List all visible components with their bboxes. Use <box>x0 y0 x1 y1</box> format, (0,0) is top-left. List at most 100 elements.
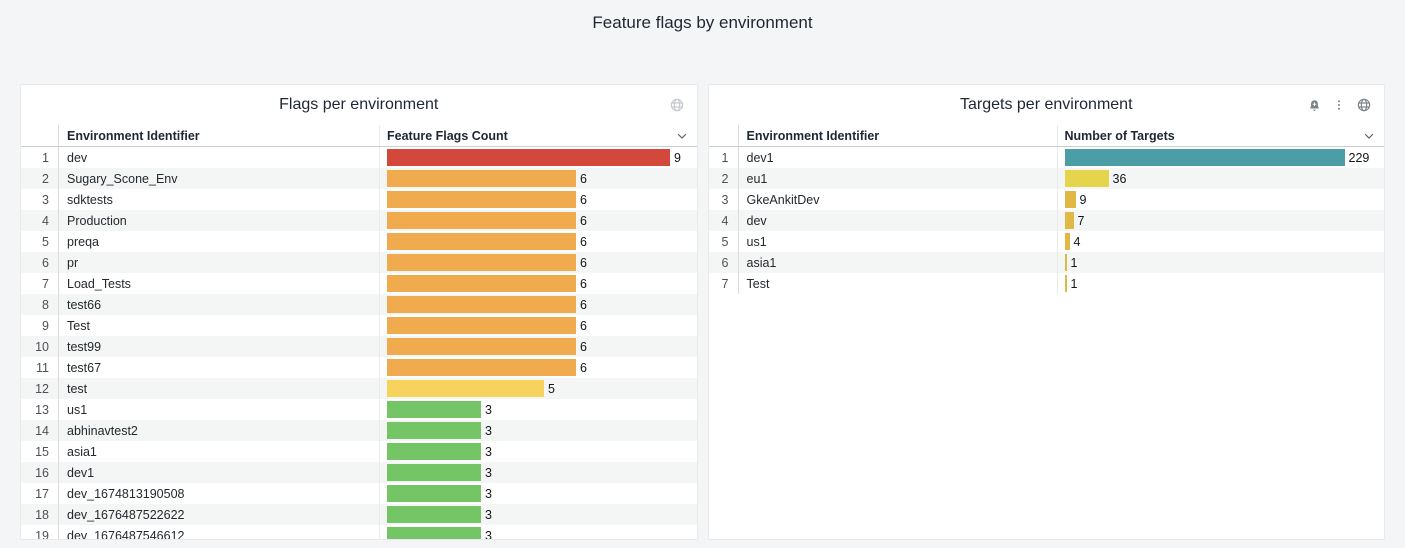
number-of-targets-column-header[interactable]: Number of Targets <box>1065 129 1175 143</box>
bar-cell: 6 <box>379 210 697 231</box>
environment-identifier-cell: dev_1676487546612 <box>59 525 379 540</box>
value-label: 5 <box>548 382 555 396</box>
row-index: 5 <box>21 231 59 252</box>
bar-cell: 3 <box>379 399 697 420</box>
targets-table: Environment Identifier Number of Targets… <box>709 125 1385 294</box>
value-label: 6 <box>580 172 587 186</box>
bar-cell: 3 <box>379 420 697 441</box>
feature-flags-count-column-header[interactable]: Feature Flags Count <box>387 129 508 143</box>
bar-cell: 1 <box>1057 273 1385 294</box>
panel-targets-per-environment: Targets per environment Environment Iden… <box>708 84 1386 540</box>
table-header: Environment Identifier Number of Targets <box>709 125 1385 147</box>
value-label: 6 <box>580 214 587 228</box>
table-row: 5preqa6 <box>21 231 697 252</box>
environment-identifier-column-header[interactable]: Environment Identifier <box>739 125 1057 146</box>
row-index: 13 <box>21 399 59 420</box>
bar-cell: 3 <box>379 441 697 462</box>
table-row: 1dev9 <box>21 147 697 168</box>
bar-cell: 6 <box>379 252 697 273</box>
chevron-down-icon[interactable] <box>675 129 689 143</box>
environment-identifier-cell: dev_1676487522622 <box>59 504 379 525</box>
panel-header-icons <box>669 85 685 125</box>
bar-cell: 6 <box>379 336 697 357</box>
value-label: 4 <box>1074 235 1081 249</box>
panel-flags-per-environment: Flags per environment Environment Identi… <box>20 84 698 540</box>
bar-cell: 9 <box>1057 189 1385 210</box>
bar-cell: 6 <box>379 168 697 189</box>
value-label: 1 <box>1071 256 1078 270</box>
row-index: 15 <box>21 441 59 462</box>
table-row: 19dev_16764875466123 <box>21 525 697 540</box>
value-label: 6 <box>580 256 587 270</box>
row-index: 16 <box>21 462 59 483</box>
value-label: 6 <box>580 235 587 249</box>
environment-identifier-cell: asia1 <box>59 441 379 462</box>
value-label: 6 <box>580 319 587 333</box>
value-label: 3 <box>485 445 492 459</box>
row-index: 6 <box>709 252 739 273</box>
kebab-icon[interactable] <box>1332 98 1346 112</box>
table-row: 6asia11 <box>709 252 1385 273</box>
value-bar <box>387 422 481 439</box>
row-index: 4 <box>709 210 739 231</box>
value-bar <box>387 296 576 313</box>
bar-cell: 36 <box>1057 168 1385 189</box>
table-row: 10test996 <box>21 336 697 357</box>
chevron-down-icon[interactable] <box>1362 129 1376 143</box>
table-body: 1dev92Sugary_Scone_Env63sdktests64Produc… <box>21 147 697 540</box>
table-row: 17dev_16748131905083 <box>21 483 697 504</box>
globe-icon[interactable] <box>669 97 685 113</box>
table-row: 7Load_Tests6 <box>21 273 697 294</box>
row-index: 18 <box>21 504 59 525</box>
bar-cell: 1 <box>1057 252 1385 273</box>
row-index: 8 <box>21 294 59 315</box>
bar-cell: 6 <box>379 294 697 315</box>
value-label: 6 <box>580 340 587 354</box>
table-row: 9Test6 <box>21 315 697 336</box>
row-index: 1 <box>21 147 59 168</box>
table-row: 2Sugary_Scone_Env6 <box>21 168 697 189</box>
row-index: 14 <box>21 420 59 441</box>
value-bar <box>387 380 544 397</box>
value-label: 9 <box>1080 193 1087 207</box>
environment-identifier-cell: abhinavtest2 <box>59 420 379 441</box>
globe-icon[interactable] <box>1356 97 1372 113</box>
table-row: 11test676 <box>21 357 697 378</box>
environment-identifier-cell: sdktests <box>59 189 379 210</box>
bar-cell: 229 <box>1057 147 1385 168</box>
value-bar <box>387 443 481 460</box>
row-index: 11 <box>21 357 59 378</box>
table-row: 3GkeAnkitDev9 <box>709 189 1385 210</box>
table-row: 5us14 <box>709 231 1385 252</box>
value-bar <box>387 254 576 271</box>
row-index: 2 <box>709 168 739 189</box>
bar-cell: 6 <box>379 189 697 210</box>
bar-cell: 5 <box>379 378 697 399</box>
table-row: 18dev_16764875226223 <box>21 504 697 525</box>
row-index: 3 <box>21 189 59 210</box>
row-index: 4 <box>21 210 59 231</box>
bell-plus-icon[interactable] <box>1307 98 1322 113</box>
panels-row: Flags per environment Environment Identi… <box>0 84 1405 540</box>
value-bar <box>387 359 576 376</box>
environment-identifier-cell: GkeAnkitDev <box>739 189 1057 210</box>
dashboard-title: Feature flags by environment <box>592 13 812 33</box>
environment-identifier-cell: eu1 <box>739 168 1057 189</box>
bar-cell: 4 <box>1057 231 1385 252</box>
table-row: 2eu136 <box>709 168 1385 189</box>
value-bar <box>1065 254 1067 271</box>
bar-cell: 6 <box>379 357 697 378</box>
value-label: 6 <box>580 277 587 291</box>
value-bar <box>387 191 576 208</box>
panel-header: Flags per environment <box>21 85 697 125</box>
environment-identifier-cell: test67 <box>59 357 379 378</box>
panel-title[interactable]: Targets per environment <box>709 85 1385 125</box>
value-bar <box>1065 170 1109 187</box>
environment-identifier-column-header[interactable]: Environment Identifier <box>59 125 379 146</box>
value-bar <box>387 170 576 187</box>
row-index: 7 <box>709 273 739 294</box>
value-label: 3 <box>485 487 492 501</box>
row-index: 2 <box>21 168 59 189</box>
panel-title[interactable]: Flags per environment <box>21 85 697 125</box>
row-index: 9 <box>21 315 59 336</box>
